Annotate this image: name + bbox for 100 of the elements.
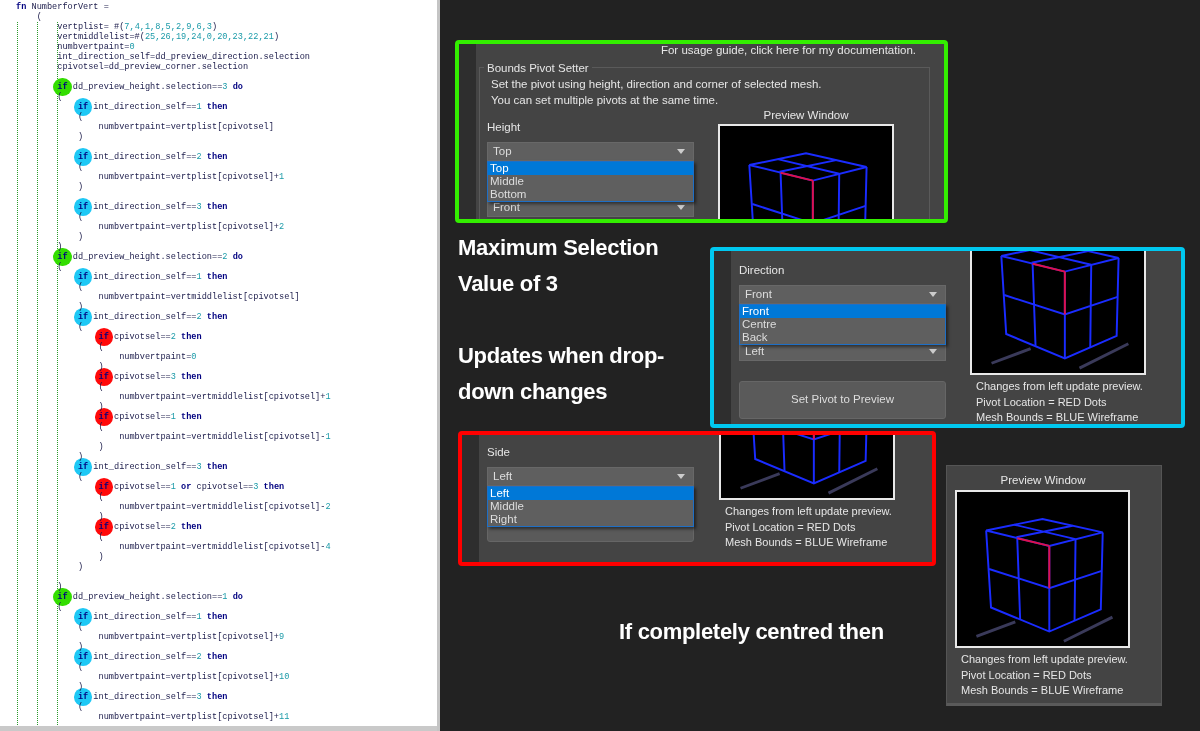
code-line: if cpivotsel==2 then <box>97 332 202 342</box>
caret-icon <box>929 292 937 297</box>
code-line: numbvertpaint=vertmiddlelist[cpivotsel]-1 <box>118 432 331 442</box>
code-line: ) <box>97 512 104 522</box>
code-line: ) <box>76 562 84 572</box>
code-line: ( <box>76 112 84 122</box>
code-line: if int_direction_self==3 then <box>76 692 228 702</box>
code-line: if int_direction_self==1 then <box>76 612 228 622</box>
dropdown-option[interactable]: Back <box>740 331 945 344</box>
code-line: if int_direction_self==1 then <box>76 272 228 282</box>
annotation-text: Maximum Selection <box>458 234 659 262</box>
code-line: ) <box>56 242 63 252</box>
code-line: ) <box>97 362 104 372</box>
caption-text: Pivot Location = RED Dots <box>960 667 1093 683</box>
code-line: numbvertpaint=vertmiddlelist[cpivotsel]-2 <box>118 502 331 512</box>
code-line: fn NumberforVert = <box>16 2 109 12</box>
code-line: ) <box>76 642 84 652</box>
field-label: Direction <box>739 263 786 277</box>
code-line: numbvertpaint=0 <box>56 42 135 52</box>
code-line: ( <box>56 262 63 272</box>
code-line: ( <box>76 212 84 222</box>
code-line: ( <box>97 422 104 432</box>
field-label: Side <box>487 445 512 459</box>
code-line: ( <box>35 12 42 22</box>
code-line: ) <box>76 132 84 142</box>
code-line: if dd_preview_height.selection==2 do <box>56 252 243 262</box>
code-line: if int_direction_self==2 then <box>76 312 228 322</box>
code-line: vertmiddlelist=#(25,26,19,24,0,20,23,22,21) <box>56 32 280 42</box>
dropdown-option[interactable]: Left <box>488 487 693 500</box>
code-line: ( <box>76 472 84 482</box>
code-line: ) <box>97 442 104 452</box>
caption-text: Pivot Location = RED Dots <box>724 519 857 535</box>
dropdown-option[interactable]: Front <box>740 305 945 318</box>
dropdown[interactable]: Top <box>487 142 694 161</box>
caret-icon <box>677 205 685 210</box>
code-line: ( <box>97 492 104 502</box>
code-line: ) <box>97 552 104 562</box>
code-line: ( <box>97 342 104 352</box>
code-line: ) <box>56 582 63 592</box>
dropdown-option[interactable]: Middle <box>488 500 693 513</box>
code-line: if int_direction_self==2 then <box>76 152 228 162</box>
code-line: ) <box>76 682 84 692</box>
code-line: numbvertpaint=vertplist[cpivotsel]+11 <box>97 712 290 722</box>
code-line: ( <box>97 532 104 542</box>
code-line: ( <box>97 382 104 392</box>
code-line: ) <box>76 452 84 462</box>
code-line: ( <box>76 622 84 632</box>
code-line: if int_direction_self==1 then <box>76 102 228 112</box>
code-line: if cpivotsel==1 or cpivotsel==3 then <box>97 482 285 492</box>
caret-icon <box>677 149 685 154</box>
horizontal-scrollbar[interactable] <box>0 726 437 731</box>
dropdown-option[interactable]: Right <box>488 513 693 526</box>
code-line: numbvertpaint=vertplist[cpivotsel] <box>97 122 274 132</box>
code-line: ) <box>76 232 84 242</box>
dropdown-option[interactable]: Bottom <box>488 188 693 201</box>
preview-title: Preview Window <box>999 473 1087 487</box>
code-line: cpivotsel=dd_preview_corner.selection <box>56 62 249 72</box>
annotation-text: If completely centred then <box>619 618 884 646</box>
code-line: if cpivotsel==2 then <box>97 522 202 532</box>
caret-icon <box>677 474 685 479</box>
code-line: numbvertpaint=vertplist[cpivotsel]+1 <box>97 172 285 182</box>
code-line: if dd_preview_height.selection==3 do <box>56 82 243 92</box>
code-line: numbvertpaint=vertmiddlelist[cpivotsel]+1 <box>118 392 331 402</box>
caption-text: Mesh Bounds = BLUE Wireframe <box>975 410 1140 424</box>
preview-title: Preview Window <box>762 108 850 122</box>
code-line: numbvertpaint=vertmiddlelist[cpivotsel]-4 <box>118 542 331 552</box>
description-text: You can set multiple pivots at the same time. <box>491 93 720 108</box>
caption-text: Changes from left update preview. <box>960 652 1129 667</box>
caret-icon <box>929 349 937 354</box>
dropdown[interactable]: Front <box>739 285 946 304</box>
code-line: numbvertpaint=0 <box>118 352 197 362</box>
code-line: vertplist= #(7,4,1,8,5,2,9,6,3) <box>56 22 218 32</box>
code-line: ( <box>76 162 84 172</box>
code-line: ) <box>76 302 84 312</box>
caption-text: Mesh Bounds = BLUE Wireframe <box>960 683 1125 698</box>
field-label: Height <box>487 120 522 134</box>
documentation-link[interactable]: For usage guide, click here for my documentation. <box>660 44 916 56</box>
code-line: numbvertpaint=vertplist[cpivotsel]+10 <box>97 672 290 682</box>
caption-text: Changes from left update preview. <box>975 379 1144 394</box>
annotation-text: Value of 3 <box>458 270 559 298</box>
dropdown[interactable]: Left <box>487 467 694 486</box>
caption-text: Pivot Location = RED Dots <box>975 394 1108 410</box>
annotation-text: Updates when drop- <box>458 342 665 370</box>
code-line: if cpivotsel==1 then <box>97 412 202 422</box>
code-line: if dd_preview_height.selection==1 do <box>56 592 243 602</box>
code-line: numbvertpaint=vertplist[cpivotsel]+2 <box>97 222 285 232</box>
set-pivot-button[interactable]: Set Pivot to Preview <box>739 381 946 419</box>
dropdown-option[interactable]: Centre <box>740 318 945 331</box>
code-line: ( <box>76 662 84 672</box>
annotation-text: down changes <box>458 378 609 406</box>
code-line: int_direction_self=dd_preview_direction.selection <box>56 52 310 62</box>
caption-text: Mesh Bounds = BLUE Wireframe <box>724 535 889 550</box>
code-line: ( <box>76 322 84 332</box>
code-line: if cpivotsel==3 then <box>97 372 202 382</box>
dropdown-option[interactable]: Middle <box>488 175 693 188</box>
code-line: ( <box>56 602 63 612</box>
description-text: Set the pivot using height, direction and corner of selected mesh. <box>491 77 823 92</box>
dropdown-option[interactable]: Top <box>488 162 693 175</box>
code-line: if int_direction_self==3 then <box>76 462 228 472</box>
code-line: ( <box>76 702 84 712</box>
